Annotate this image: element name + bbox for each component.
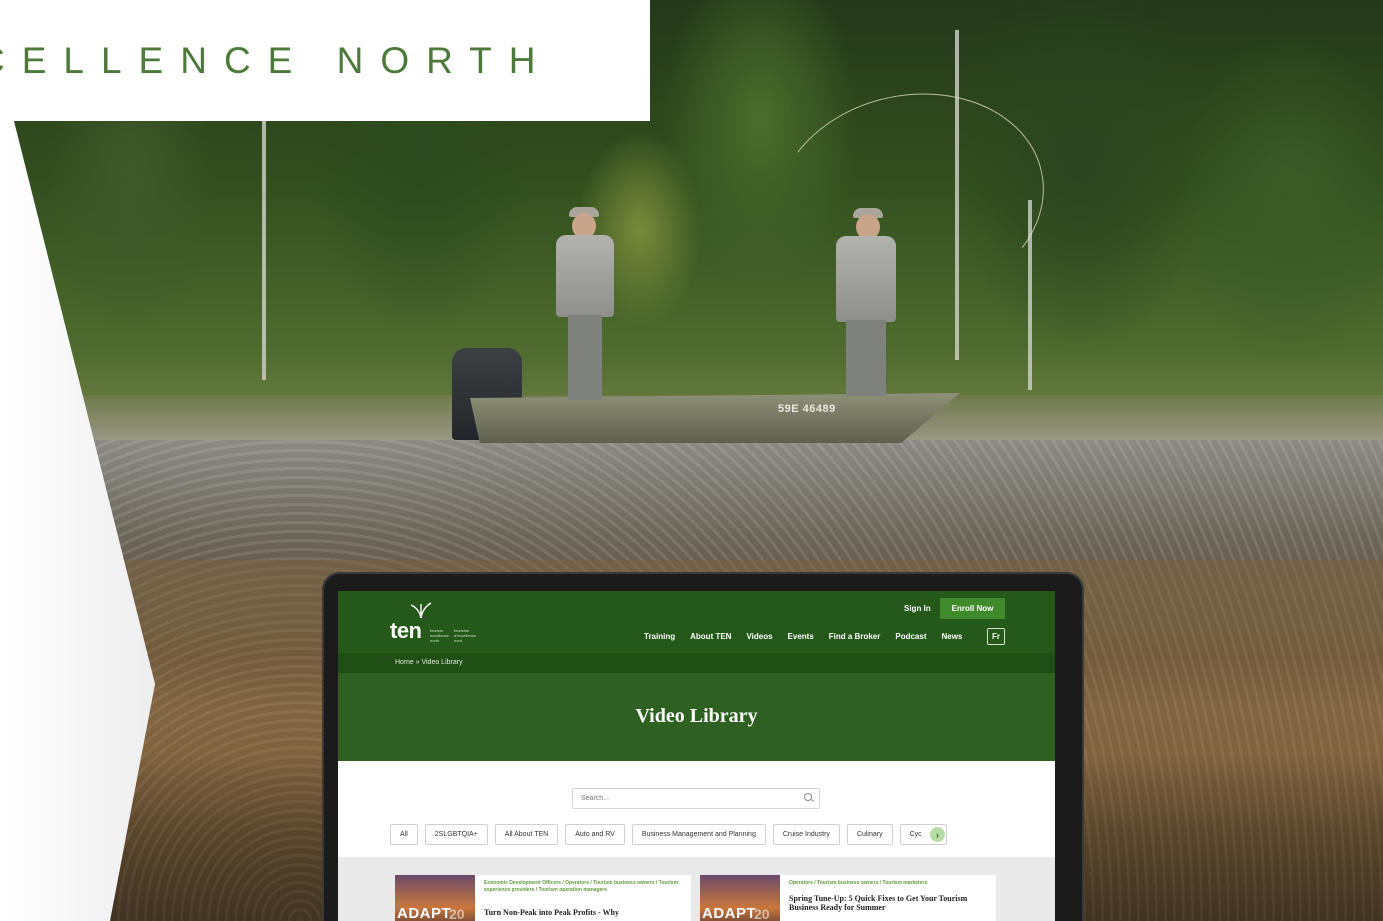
filter-chip-2slgbtqia[interactable]: 2SLGBTQIA+ (424, 824, 488, 845)
site-header: ten tourism excellence north tourisme d'… (338, 591, 1055, 653)
nav-news[interactable]: News (941, 632, 962, 641)
filter-chip-business-management[interactable]: Business Management and Planning (631, 824, 766, 845)
video-thumbnail[interactable]: ADAPT 20 (395, 875, 475, 921)
filter-chip-culinary[interactable]: Culinary (846, 824, 893, 845)
brand-title: CELLENCE NORTH (0, 40, 553, 81)
thumbnail-year: 20 (449, 906, 465, 921)
video-card[interactable]: ADAPT 20 Economic Development Officers /… (395, 875, 691, 921)
filter-chip-auto-and-rv[interactable]: Auto and RV (565, 824, 625, 845)
fishing-boat (470, 393, 960, 443)
boat-registration: 59E 46489 (778, 403, 836, 415)
chevron-right-icon[interactable]: › (930, 827, 945, 842)
search-icon[interactable] (804, 793, 812, 801)
language-toggle-button[interactable]: Fr (987, 628, 1005, 645)
nav-events[interactable]: Events (788, 632, 814, 641)
page-title: Video Library (635, 705, 758, 727)
enroll-now-button[interactable]: Enroll Now (940, 598, 1005, 619)
nav-training[interactable]: Training (644, 632, 675, 641)
sign-in-link[interactable]: Sign In (904, 604, 931, 613)
video-grid: ADAPT 20 Economic Development Officers /… (338, 857, 1055, 921)
main-nav: Training About TEN Videos Events Find a … (644, 632, 977, 641)
category-filters: All 2SLGBTQIA+ All About TEN Auto and RV… (390, 824, 947, 845)
logo-tagline-fr: tourisme d'excellence nord (454, 628, 476, 643)
filter-chip-cruise-industry[interactable]: Cruise Industry (772, 824, 840, 845)
nav-videos[interactable]: Videos (746, 632, 772, 641)
video-card-tags: Operators / Tourism business owners / To… (789, 880, 928, 886)
video-card[interactable]: ADAPT 20 Operators / Tourism business ow… (700, 875, 996, 921)
nav-find-a-broker[interactable]: Find a Broker (829, 632, 881, 641)
logo-tagline-en: tourism excellence north (430, 628, 449, 643)
thumbnail-label: ADAPT (702, 905, 757, 921)
nav-podcast[interactable]: Podcast (895, 632, 926, 641)
breadcrumb[interactable]: Home » Video Library (395, 659, 463, 666)
birch-trunk (262, 120, 266, 380)
brand-header: CELLENCE NORTH (0, 0, 650, 121)
site-logo[interactable]: ten (390, 618, 422, 644)
page-hero: Video Library (338, 673, 1055, 761)
filter-chip-all-about-ten[interactable]: All About TEN (494, 824, 559, 845)
filter-chip-all[interactable]: All (390, 824, 418, 845)
nav-about-ten[interactable]: About TEN (690, 632, 731, 641)
thumbnail-label: ADAPT (397, 905, 452, 921)
video-card-title[interactable]: Turn Non-Peak into Peak Profits - Why (484, 908, 684, 917)
search-input[interactable] (572, 788, 820, 809)
thumbnail-year: 20 (754, 906, 770, 921)
leaf-logo-icon (410, 602, 432, 619)
filter-area: All 2SLGBTQIA+ All About TEN Auto and RV… (338, 761, 1055, 857)
video-card-tags: Economic Development Officers / Operator… (484, 880, 679, 893)
video-card-title[interactable]: Spring Tune-Up: 5 Quick Fixes to Get You… (789, 894, 989, 912)
laptop-screen: ten tourism excellence north tourisme d'… (338, 591, 1055, 921)
video-thumbnail[interactable]: ADAPT 20 (700, 875, 780, 921)
breadcrumb-bar: Home » Video Library (338, 653, 1055, 673)
